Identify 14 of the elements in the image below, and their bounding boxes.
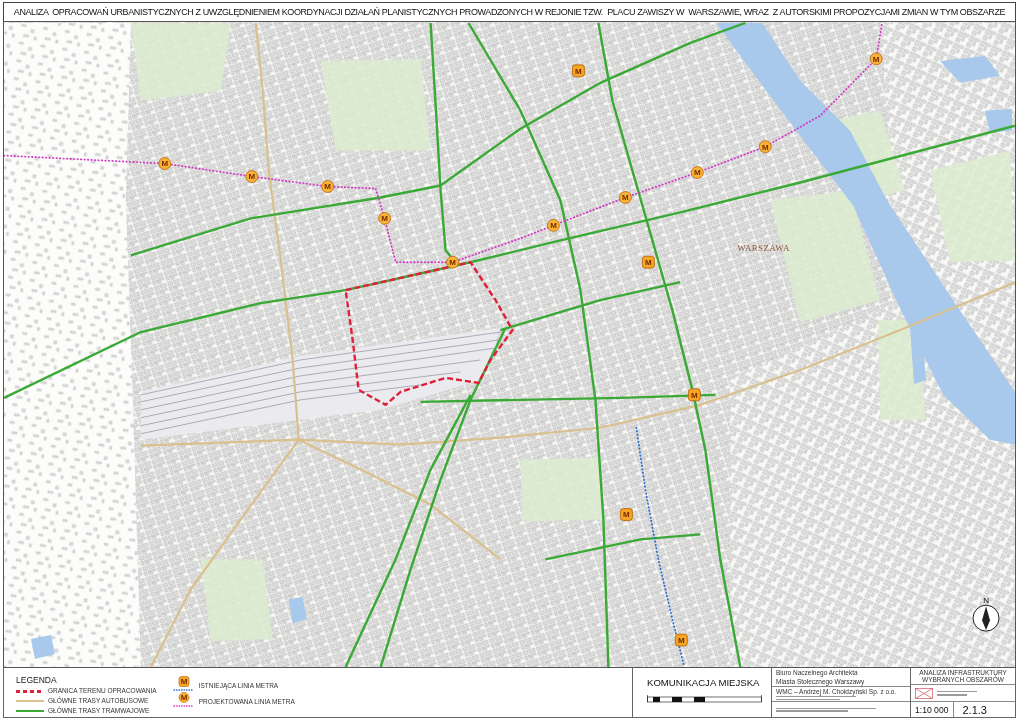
legend-title: LEGENDA	[16, 675, 57, 685]
lake	[985, 108, 1012, 133]
sheet-title: KOMUNIKACJA MIEJSKA	[647, 677, 761, 688]
district-label: WARSZAWA	[737, 243, 790, 254]
map-title: ANALIZA OPRACOWAŃ URBANISTYCZNYCH Z UWZGLĘDNIENIEM KOORDYNACJI DZIAŁAŃ PLANISTYCZNYCH PROWADZONYCH W REJONIE TZW. PLACU ZAWISZY W WARSZAWIE, WRAZ Z AUTORSKIMI PROPOZYCJAMI ZMIAN W TYM OBSZARZE	[13, 6, 1006, 18]
dashed-line-icon	[16, 689, 44, 693]
lake	[30, 635, 55, 659]
line-icon	[16, 700, 44, 702]
line-icon	[16, 710, 44, 712]
scale-value: 1:10 000	[911, 702, 955, 717]
lake	[940, 55, 1000, 83]
lake	[288, 597, 307, 624]
sheet-number: 2.1.3	[961, 703, 987, 716]
crossed-box-icon	[915, 687, 933, 699]
